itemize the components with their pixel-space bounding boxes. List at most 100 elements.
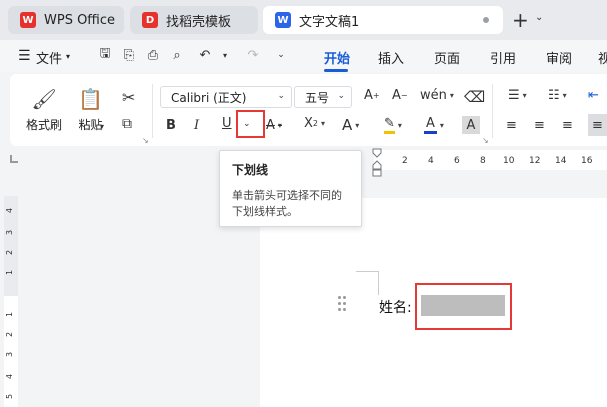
ruler-tick: 14 [555,156,567,166]
file-menu[interactable]: 文件 [36,48,62,67]
unsaved-dot-icon[interactable] [483,17,489,23]
character-shading-icon[interactable]: A [462,116,480,134]
tab-label: WPS Office [44,12,116,28]
menu-bar: ☰ 文件 ▾ 🖫 ⎘ ⎙ ⌕ ↶ ▾ ↷ ⌄ 开始 插入 页面 引用 审阅 视 [0,40,607,72]
justify-icon[interactable]: ≡ [588,114,607,136]
text-effects-icon[interactable]: A ▾ [342,116,359,134]
format-painter-label: 格式刷 [26,118,63,132]
strikethrough-icon[interactable]: A ▾ [266,118,282,133]
italic-icon[interactable]: I [194,118,199,133]
tab-home[interactable]: 开始 [324,48,350,67]
redo-icon[interactable]: ↷ [244,46,262,64]
ruler-tick: 4 [428,156,434,166]
tab-review[interactable]: 审阅 [546,48,572,67]
underline-icon[interactable]: U [222,116,232,131]
hamburger-menu-icon[interactable]: ☰ [18,48,31,64]
ruler-tick: 2 [5,331,15,338]
ruler-tick: 16 [581,156,593,166]
ribbon-separator [492,84,493,138]
increase-font-size-icon[interactable]: A + [364,88,380,103]
clipboard-expand-icon[interactable]: ↘ [142,136,149,145]
font-name-select[interactable]: Calibri (正文) ⌄ [160,86,292,108]
ruler-tick: 8 [480,156,486,166]
bold-icon[interactable]: B [166,118,176,133]
tab-insert[interactable]: 插入 [378,48,404,67]
tab-references[interactable]: 引用 [490,48,516,67]
wps-logo-icon: W [20,12,36,28]
copy-icon[interactable]: ⧉ [122,116,132,132]
font-name-value: Calibri (正文) [171,90,247,105]
indent-marker-icon[interactable] [372,148,382,178]
quick-access-chevron-icon[interactable]: ⌄ [272,46,290,64]
cut-icon[interactable]: ✂ [122,88,135,107]
ribbon-collapse-icon[interactable] [10,155,18,163]
clear-formatting-icon[interactable]: ⌫ [464,88,485,106]
ruler-tick: 1 [5,269,15,276]
undo-chevron-icon[interactable]: ▾ [216,46,234,64]
numbered-list-icon[interactable]: ☷ ▾ [548,88,567,103]
tab-label: 找稻壳模板 [166,14,232,30]
export-icon[interactable]: ⎘ [120,46,138,64]
ruler-tick: 4 [5,207,15,214]
writer-logo-icon: W [275,12,291,28]
margin-crop-mark [378,271,379,295]
align-right-icon[interactable]: ≡ [562,118,573,133]
tab-label: 文字文稿1 [299,14,360,30]
ruler-tick: 4 [5,373,15,380]
decrease-font-size-icon[interactable]: A − [392,88,408,103]
vertical-ruler[interactable]: 4 3 2 1 1 2 3 4 5 [4,196,18,407]
align-center-icon[interactable]: ≡ [534,118,545,133]
ruler-tick: 1 [5,311,15,318]
name-field-highlight [415,283,512,330]
phonetic-guide-icon[interactable]: wén ▾ [420,88,454,103]
highlight-color-icon[interactable]: ✎ ▾ [384,116,402,134]
ruler-tick: 5 [5,393,15,400]
ruler-tick: 12 [529,156,541,166]
tab-wps-office[interactable]: W WPS Office [8,6,124,34]
tab-docer-templates[interactable]: D 找稻壳模板 [130,6,258,34]
file-chevron-icon[interactable]: ▾ [66,52,70,61]
font-expand-icon[interactable]: ↘ [482,136,489,145]
font-color-icon[interactable]: A ▾ [424,116,444,134]
paste-label: 粘贴 [78,118,103,132]
ruler-tick: 2 [402,156,408,166]
print-icon[interactable]: ⎙ [144,46,162,64]
chevron-down-icon: ⌄ [277,91,285,101]
ruler-tick: 10 [503,156,515,166]
ribbon-separator [152,84,153,138]
save-icon[interactable]: 🖫 [96,46,114,64]
tooltip-description-line-1: 单击箭头可选择不同的 [232,189,342,202]
font-size-value: 五号 [305,90,330,105]
tab-page[interactable]: 页面 [434,48,460,67]
paste-icon: 📋 [78,87,103,111]
tab-document-1[interactable]: W 文字文稿1 [263,6,503,34]
active-tab-indicator [324,69,348,72]
tooltip-description-line-2: 下划线样式。 [232,205,298,218]
tooltip-title: 下划线 [232,163,269,177]
tab-view[interactable]: 视 [598,48,607,67]
new-tab-plus-icon[interactable]: + [512,8,529,32]
superscript-icon[interactable]: X 2 ▾ [304,116,325,131]
underline-tooltip: 下划线 单击箭头可选择不同的 下划线样式。 [219,150,362,227]
chevron-down-icon: ⌄ [337,91,345,101]
ruler-tick: 3 [5,351,15,358]
font-size-select[interactable]: 五号 ⌄ [294,86,352,108]
paste-chevron-icon[interactable]: ▾ [100,122,104,131]
tab-list-chevron-icon[interactable]: ⌄ [535,12,543,23]
align-left-icon[interactable]: ≡ [506,118,517,133]
tab-bar: W WPS Office D 找稻壳模板 W 文字文稿1 + ⌄ [0,0,607,40]
horizontal-ruler[interactable]: 2 4 6 8 10 12 14 16 [374,150,607,170]
ruler-tick: 6 [454,156,460,166]
format-painter-button[interactable]: 🖌 格式刷 [26,86,62,133]
paragraph-drag-handle-icon[interactable] [338,296,348,312]
undo-icon[interactable]: ↶ [196,46,214,64]
decrease-indent-icon[interactable]: ⇤ [588,88,599,103]
bullet-list-icon[interactable]: ☰ ▾ [508,88,527,103]
underline-chevron-highlight [236,110,265,138]
ruler-tick: 2 [5,249,15,256]
format-painter-icon: 🖌 [31,87,57,111]
print-preview-icon[interactable]: ⌕ [168,46,186,64]
ruler-tick: 3 [5,229,15,236]
margin-crop-mark [356,271,379,272]
docer-logo-icon: D [142,12,158,28]
